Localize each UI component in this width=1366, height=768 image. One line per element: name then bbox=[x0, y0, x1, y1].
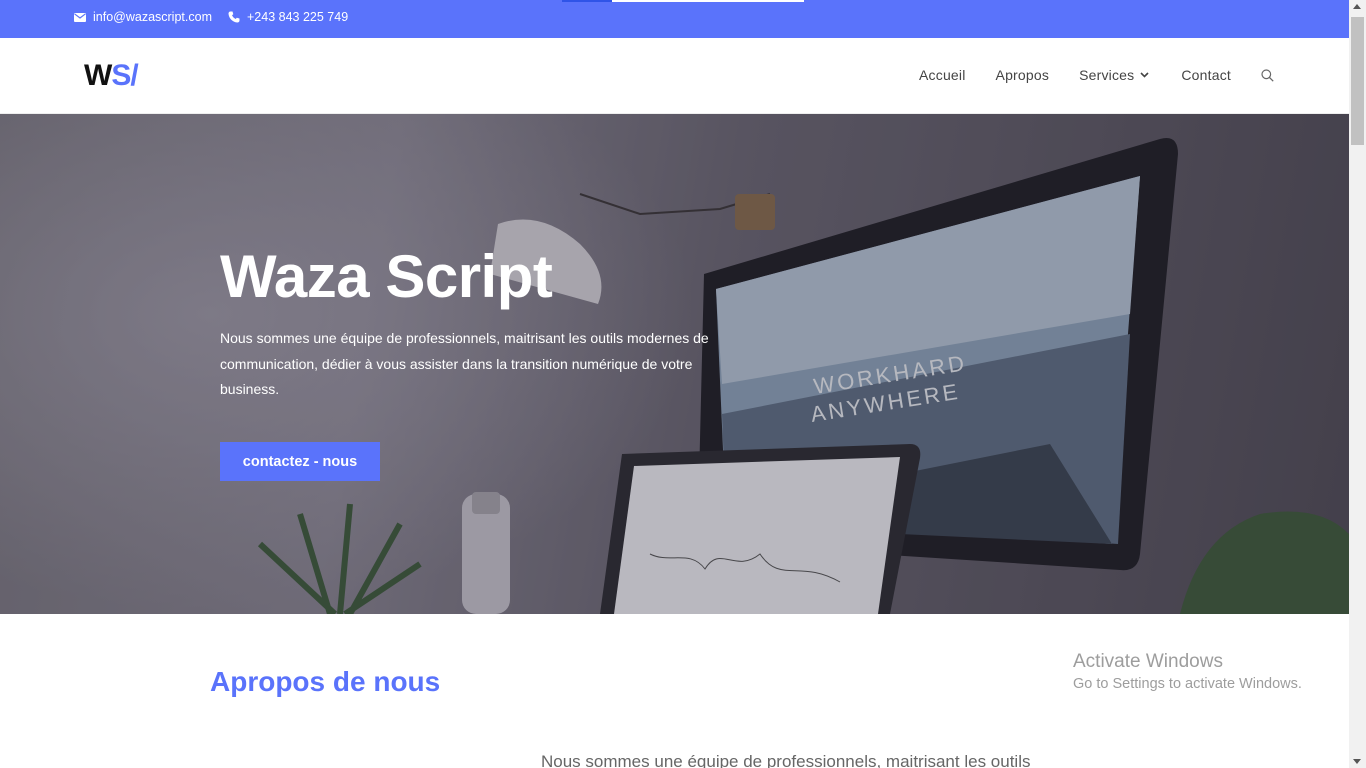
page-loader-bar bbox=[562, 0, 612, 2]
nav-label: Apropos bbox=[995, 67, 1050, 83]
windows-activation-watermark: Activate Windows Go to Settings to activ… bbox=[1073, 651, 1302, 692]
about-section-title: Apropos de nous bbox=[210, 666, 441, 697]
hero-section: WORKHARD ANYWHERE Waza Script Nous somme… bbox=[0, 114, 1349, 614]
search-button[interactable] bbox=[1261, 68, 1274, 82]
watermark-line-1: Activate Windows bbox=[1073, 651, 1223, 672]
logo-letter-w: W bbox=[84, 59, 112, 92]
hero-description: Nous sommes une équipe de professionnels… bbox=[220, 330, 709, 397]
logo-letter-s: S/ bbox=[111, 59, 138, 92]
page-scrollbar[interactable] bbox=[1349, 0, 1366, 768]
email-text: info@wazascript.com bbox=[93, 10, 212, 24]
email-link[interactable]: info@wazascript.com bbox=[74, 10, 212, 24]
scroll-up-arrow-icon[interactable] bbox=[1353, 4, 1361, 9]
nav-label: Accueil bbox=[919, 67, 966, 83]
chevron-down-icon bbox=[1140, 72, 1149, 78]
scroll-down-arrow-icon[interactable] bbox=[1353, 759, 1361, 764]
site-logo[interactable]: WS/ bbox=[84, 59, 139, 92]
nav-label: Contact bbox=[1181, 67, 1232, 83]
phone-text: +243 843 225 749 bbox=[247, 10, 349, 24]
phone-icon bbox=[228, 11, 240, 23]
main-nav: Accueil Apropos Services Contact bbox=[919, 67, 1274, 83]
page-loader-track bbox=[612, 0, 804, 2]
scrollbar-thumb[interactable] bbox=[1351, 17, 1364, 145]
nav-item-apropos[interactable]: Apropos bbox=[996, 67, 1050, 83]
site-header: WS/ Accueil Apropos Services Contact bbox=[0, 38, 1349, 114]
top-contact-bar: info@wazascript.com +243 843 225 749 bbox=[0, 0, 1349, 38]
contact-us-button[interactable]: contactez - nous bbox=[220, 442, 380, 481]
hero-title: Waza Script bbox=[220, 243, 553, 310]
nav-item-contact[interactable]: Contact bbox=[1181, 67, 1231, 83]
about-description: Nous sommes une équipe de professionnels… bbox=[541, 752, 1031, 768]
nav-item-accueil[interactable]: Accueil bbox=[919, 67, 966, 83]
search-icon bbox=[1261, 68, 1274, 82]
envelope-icon bbox=[74, 12, 86, 22]
nav-item-services[interactable]: Services bbox=[1079, 67, 1149, 83]
nav-label: Services bbox=[1079, 67, 1135, 83]
phone-link[interactable]: +243 843 225 749 bbox=[228, 10, 348, 24]
watermark-line-2: Go to Settings to activate Windows. bbox=[1073, 676, 1302, 692]
